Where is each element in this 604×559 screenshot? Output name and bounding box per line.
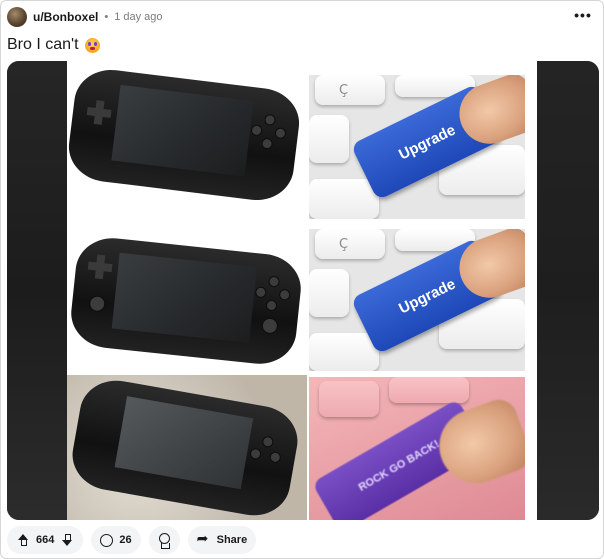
share-arrow-icon	[197, 531, 211, 547]
psp-button-icon	[275, 128, 286, 139]
post-title-text: Bro I can't	[7, 36, 79, 53]
old-psp-button-icon	[270, 452, 281, 463]
psp-button-icon	[264, 114, 276, 125]
more-options-button[interactable]: •••	[573, 7, 593, 23]
psp-button-icon	[262, 138, 273, 149]
psp-dpad-icon	[86, 99, 113, 126]
key-character: Ç	[339, 237, 349, 252]
keyboard-key	[309, 269, 349, 317]
comment-count: 26	[119, 534, 132, 546]
media-blur-left	[7, 61, 67, 520]
old-psp-button-icon	[262, 436, 274, 448]
keyboard-key	[309, 115, 349, 163]
action-bar: 664 26 Share	[7, 526, 257, 554]
meme-panel-vita	[67, 224, 307, 374]
comment-bubble-icon	[100, 533, 114, 547]
keyboard-key	[315, 229, 385, 259]
crying-face-emoji-icon	[84, 37, 100, 53]
username[interactable]: u/Bonboxel	[33, 10, 98, 24]
psp-button-icon	[251, 125, 262, 136]
avatar[interactable]	[7, 7, 27, 27]
post-title[interactable]: Bro I can't	[7, 35, 100, 55]
share-label: Share	[216, 534, 248, 546]
meme-panel-go-back: ROCK GO BACK!	[309, 377, 525, 520]
keyboard-key	[315, 75, 385, 105]
vita-console-image	[67, 234, 305, 368]
psp-screen	[111, 84, 254, 177]
meme-panel-upgrade-1: Ç Upgrade	[309, 75, 525, 219]
key-character: Ç	[339, 83, 349, 98]
vita-screen	[111, 252, 257, 343]
psp-console-image	[67, 65, 303, 205]
post-media[interactable]: Ç Upgrade Ç Upgrade ROCK GO BACK!	[7, 61, 599, 520]
old-psp-button-icon	[250, 448, 261, 460]
meme-image: Ç Upgrade Ç Upgrade ROCK GO BACK!	[67, 61, 537, 520]
downvote-arrow-icon[interactable]	[60, 533, 74, 547]
old-psp-screen	[114, 396, 254, 490]
meme-panel-psp	[67, 61, 307, 216]
vita-button-icon	[266, 300, 277, 311]
vita-button-icon	[279, 289, 290, 300]
post-time: 1 day ago	[114, 11, 163, 23]
vita-dpad-icon	[87, 254, 113, 280]
keyboard-key	[319, 381, 379, 417]
upvote-arrow-icon[interactable]	[16, 533, 30, 547]
meme-panel-upgrade-2: Ç Upgrade	[309, 229, 525, 371]
keyboard-key	[309, 333, 379, 371]
post-header: u/Bonboxel • 1 day ago	[7, 6, 163, 28]
comments-button[interactable]: 26	[91, 526, 141, 554]
vita-button-icon	[255, 287, 266, 298]
keyboard-key	[389, 377, 469, 403]
vita-stick-icon	[89, 296, 105, 312]
vita-stick-icon	[262, 318, 278, 334]
vote-score: 664	[36, 534, 55, 546]
award-icon	[158, 533, 170, 549]
separator-dot: •	[104, 11, 109, 23]
keyboard-key	[309, 179, 379, 219]
vote-group: 664	[7, 526, 84, 554]
post-card: u/Bonboxel • 1 day ago ••• Bro I can't Ç…	[0, 0, 604, 559]
media-blur-right	[537, 61, 599, 520]
award-button[interactable]	[148, 526, 180, 554]
share-button[interactable]: Share	[187, 526, 257, 554]
meme-panel-old-psp	[67, 375, 307, 520]
vita-button-icon	[269, 276, 279, 287]
